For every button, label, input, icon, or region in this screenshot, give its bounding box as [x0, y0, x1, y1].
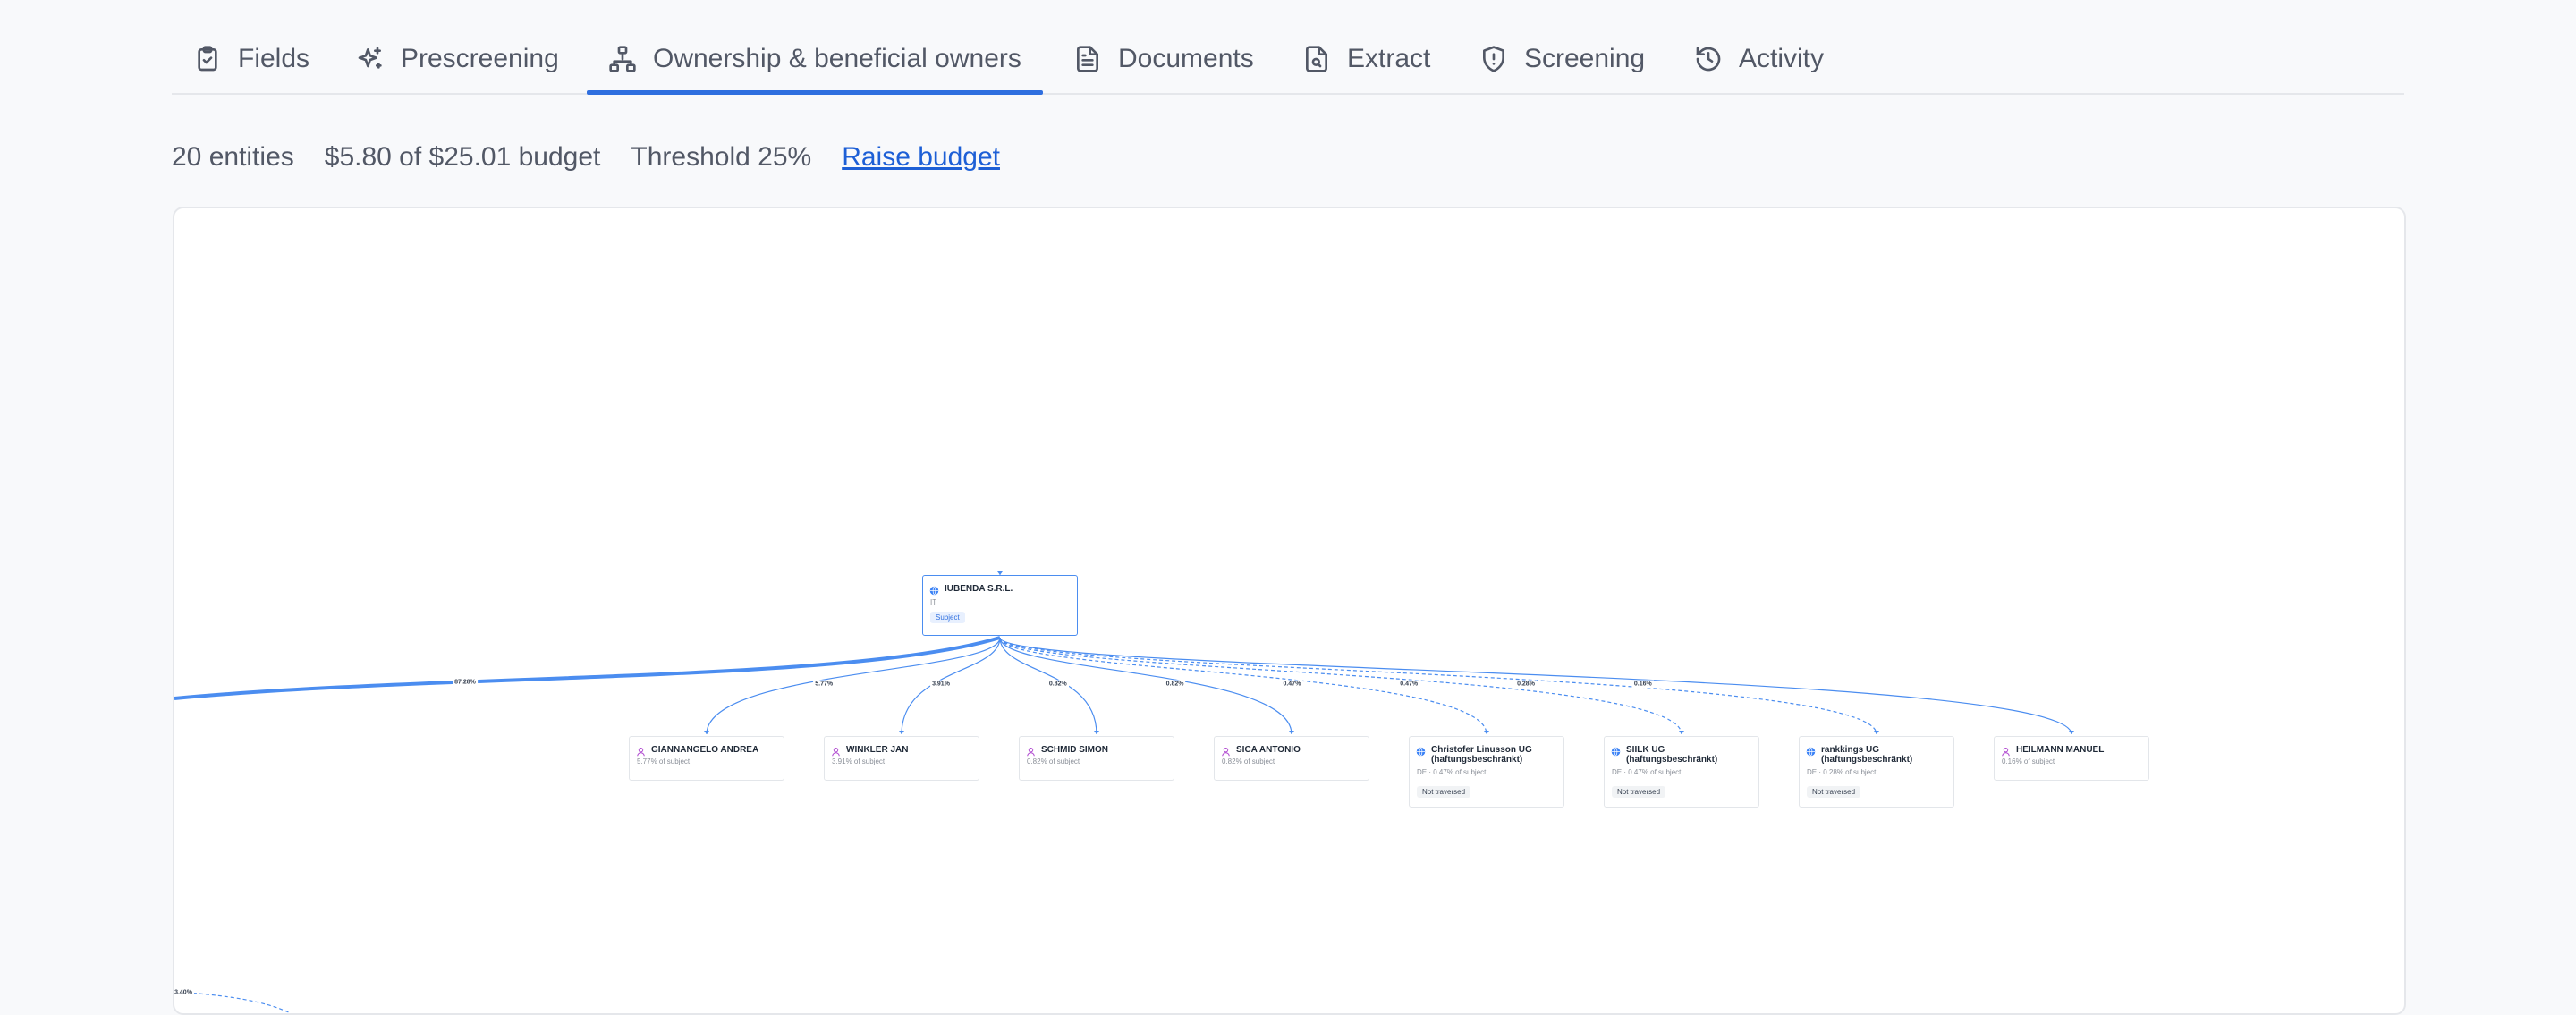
owner-name: WINKLER JAN	[846, 745, 909, 755]
person-owner-node[interactable]: GIANNANGELO ANDREA 5.77% of subject	[629, 736, 784, 781]
ownership-edge-label: 0.47%	[1398, 680, 1420, 689]
org-chart-icon	[609, 46, 636, 72]
lower-owner-edge-label: 3.40%	[174, 988, 194, 997]
subject-badge: Subject	[930, 612, 965, 623]
person-icon	[1221, 745, 1231, 757]
sparkles-icon	[358, 47, 382, 69]
person-owner-node[interactable]: SCHMID SIMON 0.82% of subject	[1019, 736, 1174, 781]
traversal-status-badge: Not traversed	[1807, 786, 1861, 798]
owner-share: 3.91% of subject	[832, 757, 886, 765]
tab-screening[interactable]: Screening	[1479, 25, 1645, 93]
ownership-edge-arrow	[2069, 731, 2074, 734]
owner-name: SICA ANTONIO	[1236, 745, 1301, 755]
person-icon	[636, 745, 646, 757]
company-owner-node[interactable]: SIILK UG (haftungsbeschränkt) DE · 0.47% …	[1604, 736, 1759, 808]
ownership-edge-arrow	[1874, 731, 1879, 734]
company-icon	[1611, 745, 1621, 757]
ownership-edge-arrow	[1484, 731, 1489, 734]
ownership-edge-arrow	[1094, 731, 1099, 734]
tab-label: Extract	[1347, 44, 1431, 73]
owner-name: GIANNANGELO ANDREA	[651, 745, 759, 755]
ownership-graph-canvas[interactable]: IUBENDA S.R.L. IT Subject GIANNANGELO AN…	[173, 207, 2406, 1015]
ownership-edge-arrow	[1679, 731, 1684, 734]
ownership-edge-label: 5.77%	[813, 680, 835, 689]
entities-count: 20 entities	[172, 142, 294, 172]
owner-share: DE · 0.47% of subject	[1417, 768, 1487, 776]
tab-label: Screening	[1524, 44, 1646, 73]
tab-activity[interactable]: Activity	[1694, 25, 1824, 93]
stats-bar: 20 entities $5.80 of $25.01 budget Thres…	[172, 140, 1000, 175]
tab-label: Prescreening	[401, 44, 559, 73]
tab-label: Documents	[1118, 44, 1254, 73]
ownership-edge-label: 0.82%	[1046, 680, 1069, 689]
owner-share: 0.16% of subject	[2002, 757, 2055, 765]
company-icon	[1416, 745, 1426, 757]
person-owner-node[interactable]: HEILMANN MANUEL 0.16% of subject	[1994, 736, 2149, 781]
tab-bar: Fields Prescreening Ownership & benefici…	[172, 25, 2404, 95]
tab-fields[interactable]: Fields	[193, 25, 309, 93]
ownership-edge-label: 0.47%	[1281, 680, 1303, 689]
ownership-edge	[999, 637, 1877, 735]
owner-share: 0.82% of subject	[1222, 757, 1275, 765]
company-icon	[929, 584, 939, 596]
ownership-edge-arrow	[1289, 731, 1294, 734]
person-owner-node[interactable]: SICA ANTONIO 0.82% of subject	[1214, 736, 1369, 781]
owner-name: rankkings UG (haftungsbeschränkt)	[1821, 745, 1913, 765]
shield-icon	[1483, 46, 1504, 72]
subject-country: IT	[930, 598, 937, 606]
company-owner-node[interactable]: Christofer Linusson UG (haftungsbeschrän…	[1409, 736, 1564, 808]
ownership-edge	[706, 637, 1001, 735]
company-owner-node[interactable]: rankkings UG (haftungsbeschränkt) DE · 0.…	[1799, 736, 1954, 808]
ownership-edges	[174, 571, 2074, 1013]
owner-name: SCHMID SIMON	[1041, 745, 1108, 755]
owner-name: HEILMANN MANUEL	[2016, 745, 2105, 755]
traversal-status-badge: Not traversed	[1612, 786, 1666, 798]
owner-name: SIILK UG (haftungsbeschränkt)	[1626, 745, 1718, 765]
major-owner-edge	[174, 636, 1001, 700]
company-icon	[1806, 745, 1816, 757]
history-icon	[1696, 47, 1721, 72]
tab-prescreening[interactable]: Prescreening	[356, 25, 559, 93]
tab-label: Ownership & beneficial owners	[653, 44, 1021, 73]
file-search-icon	[1306, 46, 1327, 72]
ownership-edge	[999, 637, 1292, 735]
ownership-edge-arrow	[899, 731, 904, 734]
owner-share: DE · 0.28% of subject	[1807, 768, 1877, 776]
ownership-edge-label: 0.28%	[1515, 680, 1537, 689]
budget-usage: $5.80 of $25.01 budget	[324, 142, 601, 172]
tab-documents[interactable]: Documents	[1073, 25, 1254, 93]
subject-node[interactable]: IUBENDA S.R.L. IT Subject	[922, 575, 1078, 636]
ownership-edge-label: 0.82%	[1164, 680, 1186, 689]
tab-label: Activity	[1739, 44, 1825, 73]
ownership-edge-label: 3.91%	[930, 680, 952, 689]
owner-share: DE · 0.47% of subject	[1612, 768, 1682, 776]
raise-budget-link[interactable]: Raise budget	[842, 142, 1000, 173]
owner-name: Christofer Linusson UG (haftungsbeschrän…	[1431, 745, 1532, 765]
subject-name: IUBENDA S.R.L.	[945, 584, 1013, 594]
tab-ownership[interactable]: Ownership & beneficial owners	[587, 25, 1043, 95]
owner-share: 5.77% of subject	[637, 757, 691, 765]
traversal-status-badge: Not traversed	[1417, 786, 1471, 798]
document-icon	[1077, 46, 1098, 72]
ownership-edge-label: 0.16%	[1631, 680, 1654, 689]
threshold: Threshold 25%	[631, 142, 812, 172]
tab-label: Fields	[238, 44, 310, 73]
ownership-edge-arrow	[704, 731, 709, 734]
person-owner-node[interactable]: WINKLER JAN 3.91% of subject	[824, 736, 979, 781]
clipboard-check-icon	[198, 46, 217, 72]
tab-extract[interactable]: Extract	[1302, 25, 1430, 93]
owner-share: 0.82% of subject	[1027, 757, 1080, 765]
major-owner-edge-label: 87.28%	[453, 678, 478, 687]
person-icon	[2001, 745, 2011, 757]
person-icon	[831, 745, 841, 757]
person-icon	[1026, 745, 1036, 757]
